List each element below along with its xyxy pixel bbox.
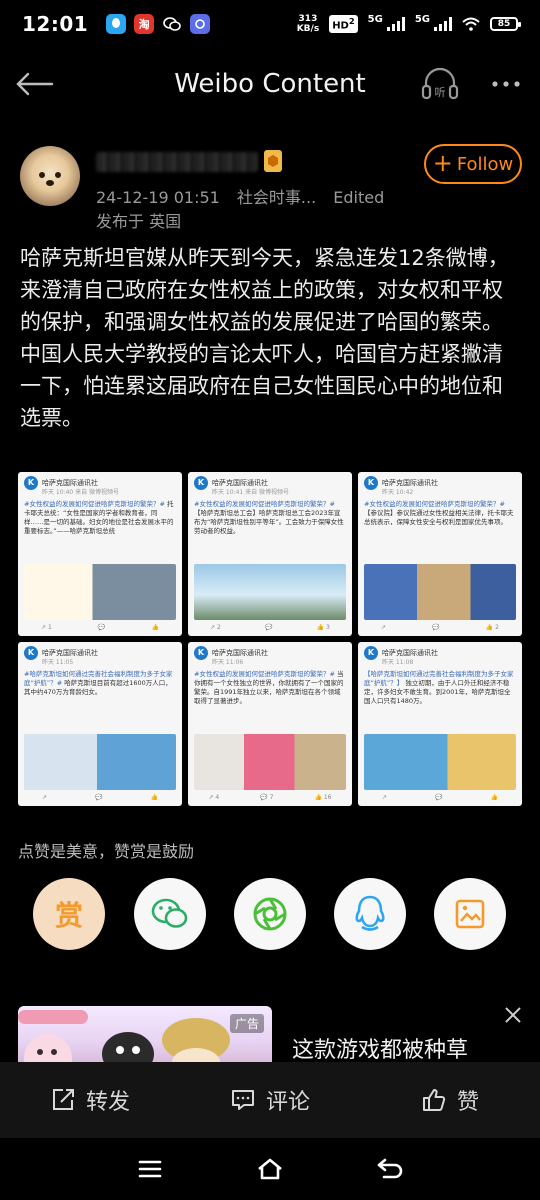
share-qq-button[interactable]: [334, 878, 406, 950]
comment-button[interactable]: 评论: [180, 1084, 360, 1116]
menu-icon: [138, 1160, 162, 1178]
post-location: 发布于 英国: [96, 212, 182, 231]
return-icon: [377, 1158, 403, 1179]
status-bar: 12:01 淘 313 KB/s HD2 5G 5G 85: [0, 0, 540, 48]
post-image-1[interactable]: K 哈萨克国际通讯社 昨天 10:40 来自 微博视频号 #女性权益的发展如何促进…: [18, 472, 182, 636]
signal2-label: 5G: [414, 13, 430, 25]
post-image-3[interactable]: K 哈萨克国际通讯社 昨天 10:42 #女性权益的发展如何促进哈萨克斯坦的繁荣？…: [358, 472, 522, 636]
post-paragraph-1: 哈萨克斯坦官媒从昨天到今天，紧急连发12条微博，来澄清自己政府在女性权益上的政策…: [20, 246, 509, 334]
hd-badge: HD2: [329, 15, 358, 33]
system-back-button[interactable]: [370, 1149, 410, 1189]
headphones-icon: 听: [421, 67, 459, 100]
network-speed: 313 KB/s: [296, 14, 320, 34]
page-title: Weibo Content: [174, 69, 366, 99]
signal1-icon: [386, 17, 405, 31]
post-image-4[interactable]: K 哈萨克国际通讯社 昨天 11:05 #哈萨克斯坦如何通过完善社会福利制度为多子…: [18, 642, 182, 806]
share-row: 赏: [0, 878, 540, 958]
top-nav-bar: Weibo Content 听: [0, 56, 540, 112]
close-icon: [505, 1007, 521, 1023]
post-topic[interactable]: 社会时事...: [237, 188, 316, 207]
share-wechat-button[interactable]: [134, 878, 206, 950]
more-dots-icon: [492, 81, 520, 87]
status-right: 313 KB/s HD2 5G 5G 85: [296, 13, 521, 34]
ad-card[interactable]: 广告 这款游戏都被种草: [0, 992, 540, 1062]
post-body: 哈萨克斯坦官媒从昨天到今天，紧急连发12条微博，来澄清自己政府在女性权益上的政策…: [20, 242, 520, 434]
kazinform-logo-icon: K: [24, 476, 38, 490]
women-photo: [24, 734, 176, 790]
app-notification-icon: [190, 14, 211, 34]
qq-notification-icon: [106, 14, 127, 34]
post-action-bar: 转发 评论 赞: [0, 1062, 540, 1138]
more-options-button[interactable]: [484, 62, 528, 106]
post-image-6[interactable]: K 哈萨克国际通讯社 昨天 11:08 【哈萨克斯坦如何通过完善社会福利制度为多子…: [358, 642, 522, 806]
signal2-icon: [434, 17, 452, 31]
kazinform-logo-icon: K: [364, 476, 378, 490]
kazinform-logo-icon: K: [364, 646, 378, 660]
share-moments-button[interactable]: [234, 878, 306, 950]
family-photo: [364, 734, 516, 790]
home-button[interactable]: [250, 1149, 290, 1189]
back-arrow-icon: [16, 72, 54, 96]
like-button[interactable]: 赞: [360, 1084, 540, 1116]
ad-close-button[interactable]: [500, 1002, 526, 1028]
taobao-notification-icon: 淘: [134, 14, 155, 34]
reward-button[interactable]: 赏: [33, 878, 105, 950]
post-paragraph-2: 中国人民大学教授的言论太吓人，哈国官方赶紧撇清一下，怕连累这届政府在自己女性国民…: [20, 342, 503, 430]
svg-text:听: 听: [435, 86, 446, 99]
home-icon: [258, 1158, 282, 1180]
kazinform-logo-icon: K: [194, 646, 208, 660]
moments-icon: [253, 897, 287, 931]
save-image-button[interactable]: [434, 878, 506, 950]
status-time: 12:01: [22, 12, 89, 36]
username-redacted[interactable]: [96, 152, 258, 172]
follow-button[interactable]: + Follow: [424, 144, 522, 184]
kazinform-logo-icon: K: [194, 476, 208, 490]
kazinform-logo-icon: K: [24, 646, 38, 660]
reward-icon: 赏: [54, 899, 83, 932]
save-image-icon: [455, 899, 485, 929]
plus-icon: +: [432, 149, 453, 177]
weibo-content-screen: 12:01 淘 313 KB/s HD2 5G 5G 85 Weibo Cont…: [0, 0, 540, 1200]
president-photo: [24, 564, 176, 620]
post-meta: 24-12-19 01:51 社会时事... Edited: [96, 184, 396, 208]
system-nav-bar: [0, 1138, 540, 1200]
notification-icons: 淘: [106, 14, 211, 34]
ad-title[interactable]: 这款游戏都被种草: [292, 1032, 468, 1062]
listen-button[interactable]: 听: [418, 62, 462, 106]
repost-icon: [52, 1089, 74, 1110]
battery-icon: 85: [490, 17, 521, 31]
scales-photo: [194, 564, 346, 620]
wechat-icon: [151, 898, 188, 928]
qq-icon: [355, 895, 385, 931]
ad-thumbnail[interactable]: 广告: [18, 1006, 272, 1062]
post-image-2[interactable]: K 哈萨克国际通讯社 昨天 10:41 来自 微博视频号 #女性权益的发展如何促进…: [188, 472, 352, 636]
avatar[interactable]: [20, 146, 80, 206]
post-image-5[interactable]: K 哈萨克国际通讯社 昨天 11:06 #女性权益的发展如何促进哈萨克斯坦的繁荣？…: [188, 642, 352, 806]
thumbs-up-icon: [422, 1089, 446, 1111]
back-button[interactable]: [12, 62, 56, 106]
post-timestamp: 24-12-19 01:51: [96, 188, 220, 207]
wifi-icon: [462, 17, 480, 31]
office-photo: [194, 734, 346, 790]
senate-photo: [364, 564, 516, 620]
wechat-notification-icon: [162, 14, 182, 34]
ad-tag: 广告: [229, 1014, 264, 1033]
reward-caption: 点赞是美意，赞赏是鼓励: [18, 842, 195, 861]
edited-label[interactable]: Edited: [333, 188, 384, 207]
post-header: 24-12-19 01:51 社会时事... Edited 发布于 英国 + F…: [0, 140, 540, 232]
signal1-label: 5G: [367, 13, 383, 25]
member-badge-icon: [264, 150, 282, 172]
comment-icon: [231, 1090, 254, 1110]
recents-button[interactable]: [130, 1149, 170, 1189]
post-image-grid: K 哈萨克国际通讯社 昨天 10:40 来自 微博视频号 #女性权益的发展如何促进…: [18, 472, 522, 806]
repost-button[interactable]: 转发: [0, 1084, 180, 1116]
